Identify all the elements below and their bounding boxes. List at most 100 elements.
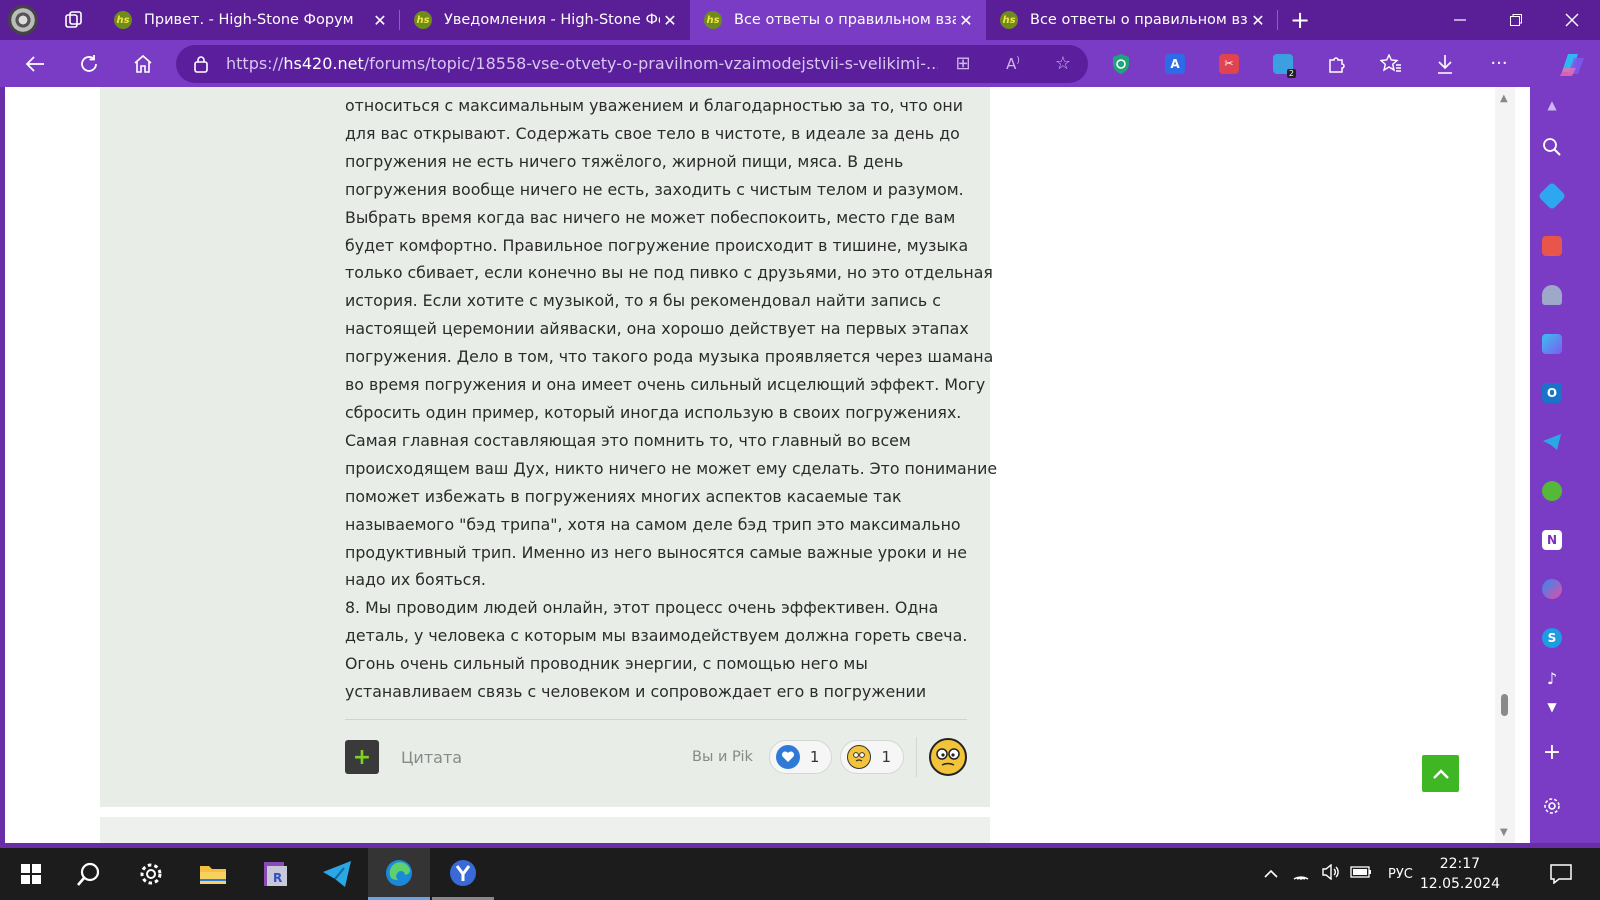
notification-center-button[interactable] (1530, 848, 1592, 900)
tab-1[interactable]: hs Привет. - High-Stone Форум ✕ (100, 0, 400, 40)
search-icon[interactable] (1530, 129, 1574, 165)
favicon-icon: hs (414, 11, 432, 29)
close-tab-icon[interactable]: ✕ (956, 11, 976, 30)
close-window-button[interactable] (1544, 0, 1600, 40)
start-button[interactable] (0, 848, 62, 900)
more-menu-button[interactable]: ··· (1472, 40, 1526, 87)
post-text-line: настоящей церемонии айяваски, она хорошо… (345, 319, 969, 339)
reaction-heart[interactable]: 1 (768, 740, 833, 774)
react-emoji-button[interactable] (929, 738, 967, 776)
taskbar-settings-button[interactable] (120, 848, 182, 900)
scrollbar-thumb[interactable] (1501, 694, 1508, 716)
post-text-line: сбросить один пример, который иногда исп… (345, 402, 962, 422)
read-aloud-icon[interactable]: A) (988, 55, 1038, 73)
search-icon (77, 862, 100, 886)
downloads-button[interactable] (1418, 40, 1472, 87)
url-domain: hs420.net (283, 54, 364, 73)
post-text-line: только сбивает, если конечно вы не под п… (345, 263, 993, 283)
address-bar[interactable]: https://hs420.net/forums/topic/18558-vse… (176, 44, 1088, 83)
close-tab-icon[interactable]: ✕ (1248, 11, 1268, 30)
settings-gear-icon[interactable] (1530, 788, 1574, 824)
workspaces-button[interactable] (54, 0, 94, 40)
scroll-up-arrow-icon[interactable]: ▲ (1500, 93, 1508, 104)
skype-icon[interactable]: S (1530, 620, 1574, 656)
yandex-browser-icon (450, 859, 476, 886)
sidebar-scroll-up-icon[interactable]: ▲ (1530, 87, 1574, 123)
window-controls (1432, 0, 1600, 40)
post-text-line: история. Если хотите с музыкой, то я бы … (345, 291, 941, 311)
translate-icon: A (1165, 53, 1185, 74)
volume-icon[interactable] (1316, 863, 1346, 884)
network-wifi-icon[interactable] (1286, 864, 1316, 884)
tools-briefcase-icon[interactable] (1530, 228, 1574, 264)
url-text[interactable]: https://hs420.net/forums/topic/18558-vse… (226, 54, 938, 73)
battery-icon[interactable] (1346, 866, 1376, 882)
favorites-button[interactable] (1364, 40, 1418, 87)
favorite-star-icon[interactable]: ☆ (1038, 53, 1088, 74)
taskbar-yandex-button[interactable] (432, 848, 494, 900)
messenger-icon[interactable] (1530, 571, 1574, 607)
multiquote-button[interactable]: + (345, 740, 379, 774)
shopping-tag-icon[interactable] (1530, 178, 1574, 214)
restore-button[interactable] (1488, 0, 1544, 40)
post-text-line: Выбрать время когда вас ничего не может … (345, 207, 956, 227)
page-scrollbar[interactable]: ▲ ▼ (1495, 87, 1515, 843)
post-text-line: относиться с максимальным уважением и бл… (345, 96, 964, 115)
quote-button[interactable]: Цитата (401, 748, 462, 767)
refresh-button[interactable] (62, 40, 116, 87)
taskbar-search-button[interactable] (58, 848, 120, 900)
copilot-icon[interactable] (1554, 46, 1590, 82)
tab-2[interactable]: hs Уведомления - High-Stone Форум ✕ (400, 0, 690, 40)
post-text-line: для вас открывают. Содержать свое тело в… (345, 123, 960, 143)
input-language-indicator[interactable]: РУС (1388, 867, 1413, 882)
telegram-icon[interactable] (1530, 424, 1574, 460)
url-prefix: https:// (226, 54, 284, 73)
sidebar-scroll-down-icon[interactable]: ▼ (1530, 689, 1574, 725)
split-screen-icon[interactable]: ⊞ (938, 53, 988, 74)
taskbar-clock[interactable]: 22:17 12.05.2024 (1420, 854, 1500, 894)
minimize-button[interactable] (1432, 0, 1488, 40)
taskbar-winrar-button[interactable]: R (244, 848, 306, 900)
extensions-button[interactable] (1310, 40, 1364, 87)
tab-title: Привет. - High-Stone Форум (144, 12, 354, 28)
post-text-line: погружения вообще ничего не есть, заходи… (345, 179, 964, 199)
scroll-down-arrow-icon[interactable]: ▼ (1500, 827, 1508, 838)
add-sidebar-app-icon[interactable]: + (1530, 734, 1574, 770)
tiktok-icon[interactable]: ♪ (1530, 669, 1574, 687)
shield-extension-button[interactable] (1094, 40, 1148, 87)
games-chess-icon[interactable] (1530, 277, 1574, 313)
onenote-icon[interactable]: N (1530, 522, 1574, 558)
taskbar-telegram-button[interactable] (306, 848, 368, 900)
outlook-icon[interactable]: O (1530, 375, 1574, 411)
post-text-line: происходящем ваш Дух, никто ничего не мо… (345, 458, 998, 478)
tab-3-active[interactable]: hs Все ответы о правильном взаимодействи… (690, 0, 986, 40)
tab-4[interactable]: hs Все ответы о правильном взаимодействи… (986, 0, 1278, 40)
tab-title: Уведомления - High-Stone Форум (444, 12, 660, 28)
close-tab-icon[interactable]: ✕ (370, 11, 390, 30)
lock-icon[interactable] (176, 55, 226, 73)
tree-icon[interactable] (1530, 473, 1574, 509)
profile-extension-button[interactable]: 2 (1256, 40, 1310, 87)
workspaces-icon (65, 11, 82, 28)
new-tab-button[interactable]: + (1282, 2, 1318, 38)
home-button[interactable] (116, 40, 170, 87)
back-button[interactable] (8, 40, 62, 87)
clock-time: 22:17 (1439, 856, 1481, 872)
scroll-to-top-button[interactable] (1422, 755, 1459, 792)
taskbar-file-explorer-button[interactable] (182, 848, 244, 900)
close-icon (1565, 13, 1579, 27)
pdf-extension-button[interactable]: ✂ (1202, 40, 1256, 87)
tray-overflow-chevron-icon[interactable] (1256, 867, 1286, 882)
tab-title: Все ответы о правильном взаимодействии (1030, 12, 1248, 28)
reaction-confused[interactable]: 1 (840, 740, 904, 774)
microsoft-365-icon[interactable] (1530, 326, 1574, 362)
post-divider (345, 719, 967, 720)
favicon-icon: hs (1000, 11, 1018, 29)
translate-extension-button[interactable]: A (1148, 40, 1202, 87)
profile-button[interactable] (0, 0, 40, 40)
reacted-by-text[interactable]: Вы и Pik (692, 749, 753, 765)
close-tab-icon[interactable]: ✕ (660, 11, 680, 30)
tab-separator (1277, 10, 1278, 30)
taskbar-edge-button[interactable] (368, 848, 430, 900)
page-viewport: относиться с максимальным уважением и бл… (5, 87, 1530, 843)
